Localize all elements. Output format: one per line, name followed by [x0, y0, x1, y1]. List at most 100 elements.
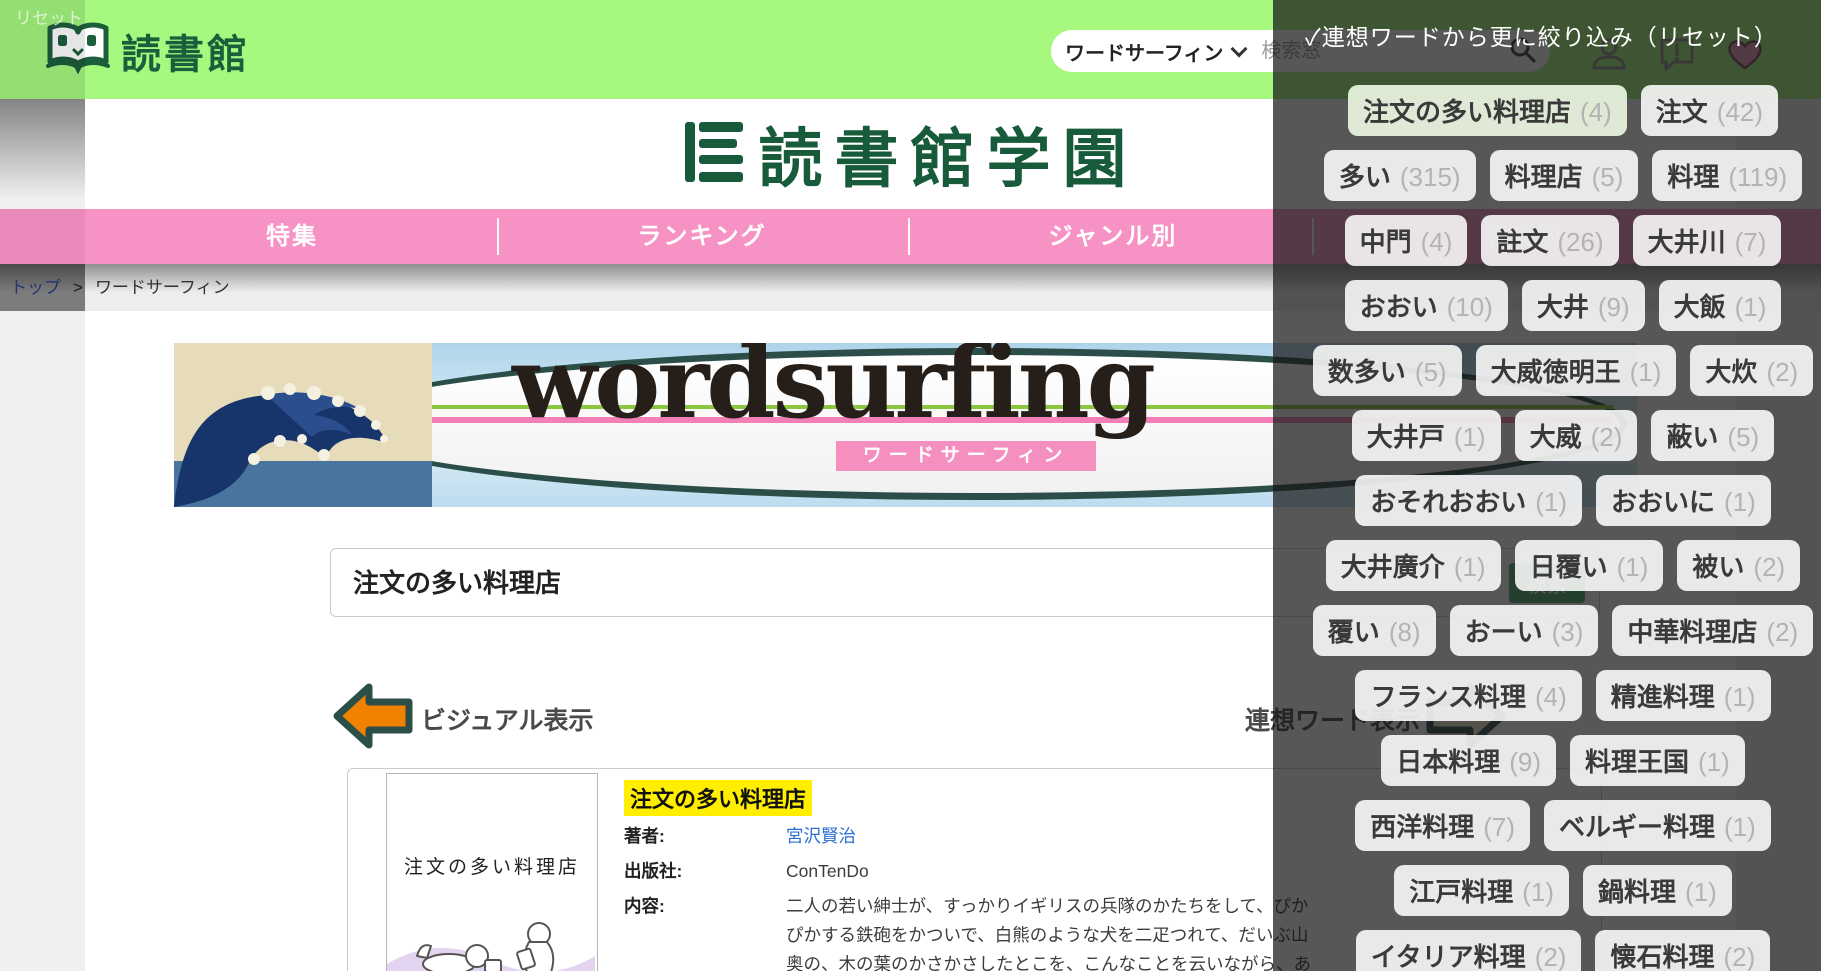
book-cover[interactable]: 注文の多い料理店 — [386, 773, 598, 971]
book-field-label: 出版社: — [624, 857, 786, 886]
assoc-word-tag[interactable]: 多い(315) — [1324, 150, 1476, 201]
assoc-word-tag[interactable]: 注文の多い料理店(4) — [1348, 85, 1627, 136]
tag-count: (2) — [1535, 942, 1567, 971]
tag-word: 被い — [1692, 547, 1744, 584]
book-author-link[interactable]: 宮沢賢治 — [786, 822, 856, 851]
tag-count: (10) — [1447, 292, 1493, 323]
book-title[interactable]: 注文の多い料理店 — [624, 780, 812, 816]
assoc-word-tag[interactable]: フランス料理(4) — [1355, 670, 1581, 721]
banner-subtitle: ワードサーフィン — [836, 441, 1096, 471]
assoc-word-tag[interactable]: 料理店(5) — [1490, 150, 1639, 201]
assoc-word-tag[interactable]: 注文(42) — [1641, 85, 1778, 136]
site-logo[interactable]: 読書館 — [45, 20, 250, 81]
tag-word: 西洋料理 — [1370, 807, 1474, 844]
tag-count: (1) — [1724, 682, 1756, 713]
book-field-label: 内容: — [624, 892, 786, 971]
assoc-word-tag[interactable]: ベルギー料理(1) — [1544, 800, 1771, 851]
assoc-word-tag[interactable]: 蔽い(5) — [1651, 410, 1774, 461]
assoc-word-tag[interactable]: 料理(119) — [1652, 150, 1802, 201]
assoc-word-tag[interactable]: おーい (3) — [1450, 605, 1599, 656]
assoc-word-tag[interactable]: 大威(2) — [1515, 410, 1638, 461]
assoc-word-row: 西洋料理(7) ベルギー料理(1) — [1355, 800, 1771, 851]
tag-word: 数多い — [1328, 352, 1406, 389]
chevron-down-icon — [1231, 41, 1248, 58]
tag-word: おーい — [1465, 612, 1543, 649]
book-field-row: 内容:二人の若い紳士が、すっかりイギリスの兵隊のかたちをして、ぴかぴかする鉄砲を… — [624, 892, 1324, 971]
book-details: 注文の多い料理店 著者:宮沢賢治出版社:ConTenDo内容:二人の若い紳士が、… — [624, 780, 1324, 971]
assoc-word-tag[interactable]: 懐石料理(2) — [1595, 930, 1770, 971]
assoc-word-tag[interactable]: 西洋料理(7) — [1355, 800, 1530, 851]
assoc-word-tag[interactable]: 大飯 (1) — [1659, 280, 1782, 331]
assoc-word-row: 江戸料理(1) 鍋料理(1) — [1394, 865, 1732, 916]
book-face-icon — [45, 20, 111, 81]
assoc-word-tag[interactable]: 大井廣介(1) — [1326, 540, 1501, 591]
assoc-word-tag[interactable]: おそれおおい(1) — [1355, 475, 1582, 526]
site-logo-text: 読書館 — [121, 22, 250, 80]
tag-word: 大威徳明王 — [1491, 352, 1621, 389]
assoc-word-tag[interactable]: 鍋料理(1) — [1583, 865, 1732, 916]
assoc-word-tag[interactable]: 覆い(8) — [1313, 605, 1436, 656]
masthead-title: 読書館学園 — [759, 108, 1139, 200]
tag-count: (1) — [1535, 487, 1567, 518]
assoc-word-tag[interactable]: 数多い (5) — [1313, 345, 1462, 396]
tag-count: (26) — [1557, 227, 1603, 258]
book-field-label: 著者: — [624, 822, 786, 851]
tag-word: 大井戸 — [1367, 417, 1445, 454]
assoc-word-tag[interactable]: 大威徳明王(1) — [1476, 345, 1677, 396]
assoc-word-row: 多い(315) 料理店(5) 料理(119) — [1324, 150, 1802, 201]
assoc-word-tag[interactable]: 大炊(2) — [1690, 345, 1813, 396]
tag-word: 注文 — [1656, 92, 1708, 129]
assoc-word-tag[interactable]: イタリア料理(2) — [1356, 930, 1582, 971]
assoc-word-row: 数多い (5) 大威徳明王(1) 大炊(2) — [1313, 345, 1813, 396]
nav-item-1[interactable]: 特集 — [266, 209, 318, 264]
tag-count: (1) — [1735, 292, 1767, 323]
assoc-word-tag[interactable]: 大井戸(1) — [1352, 410, 1501, 461]
tag-count: (5) — [1727, 422, 1759, 453]
tag-count: (2) — [1591, 422, 1623, 453]
tag-word: 日覆い — [1530, 547, 1608, 584]
visual-view-toggle[interactable]: ビジュアル表示 — [333, 681, 594, 756]
tag-count: (3) — [1552, 617, 1584, 648]
tag-word: 懐石料理 — [1610, 937, 1714, 971]
tag-count: (315) — [1400, 162, 1461, 193]
overlay-header-reset[interactable]: ✓連想ワードから更に絞り込み（リセット） — [1305, 18, 1778, 52]
tag-word: おおいに — [1611, 482, 1715, 519]
assoc-word-tag[interactable]: 江戸料理(1) — [1394, 865, 1569, 916]
assoc-word-row: おそれおおい(1)おおいに(1) — [1355, 475, 1771, 526]
tag-count: (4) — [1421, 227, 1453, 258]
assoc-word-tag[interactable]: 料理王国(1) — [1570, 735, 1745, 786]
tag-word: 大飯 — [1674, 287, 1726, 324]
assoc-word-tag[interactable]: 大井川(7) — [1633, 215, 1782, 266]
assoc-word-tag-cloud: 注文の多い料理店(4) 注文(42) 多い(315) 料理店(5) 料理(119) 中門(… — [1273, 85, 1821, 971]
assoc-word-tag[interactable]: 被い(2) — [1677, 540, 1800, 591]
assoc-word-row: 大井廣介(1) 日覆い(1) 被い(2) — [1326, 540, 1800, 591]
visual-toggle-label: ビジュアル表示 — [421, 701, 594, 737]
assoc-word-row: おおい(10) 大井(9) 大飯 (1) — [1345, 280, 1782, 331]
assoc-word-tag[interactable]: 註文 (26) — [1481, 215, 1618, 266]
tag-word: 大井 — [1537, 287, 1589, 324]
tag-word: 註文 — [1496, 222, 1548, 259]
assoc-word-tag[interactable]: おおい(10) — [1345, 280, 1508, 331]
masthead-logo-icon — [683, 120, 745, 189]
reset-floater[interactable]: リセット — [15, 4, 83, 29]
tag-count: (119) — [1728, 162, 1787, 193]
search-category-dropdown[interactable]: ワードサーフィン — [1065, 37, 1245, 66]
tag-word: 江戸料理 — [1409, 872, 1513, 909]
tag-count: (1) — [1724, 812, 1756, 843]
assoc-word-tag[interactable]: おおいに(1) — [1596, 475, 1771, 526]
breadcrumb-home-link[interactable]: トップ — [10, 278, 61, 297]
tag-count: (5) — [1415, 357, 1447, 388]
tag-count: (1) — [1698, 747, 1730, 778]
assoc-word-tag[interactable]: 大井(9) — [1522, 280, 1645, 331]
assoc-word-tag[interactable]: 精進料理(1) — [1596, 670, 1771, 721]
great-wave-illustration — [174, 343, 432, 507]
tag-word: フランス料理 — [1370, 677, 1525, 714]
tag-word: 中華料理店 — [1627, 612, 1757, 649]
nav-item-3[interactable]: ジャンル別 — [1049, 209, 1178, 264]
assoc-word-tag[interactable]: 中門(4) — [1345, 215, 1468, 266]
nav-item-2[interactable]: ランキング — [637, 209, 766, 264]
book-fields: 著者:宮沢賢治出版社:ConTenDo内容:二人の若い紳士が、すっかりイギリスの… — [624, 822, 1324, 971]
assoc-word-tag[interactable]: 日覆い(1) — [1515, 540, 1664, 591]
assoc-word-tag[interactable]: 中華料理店(2) — [1612, 605, 1813, 656]
assoc-word-tag[interactable]: 日本料理(9) — [1381, 735, 1556, 786]
